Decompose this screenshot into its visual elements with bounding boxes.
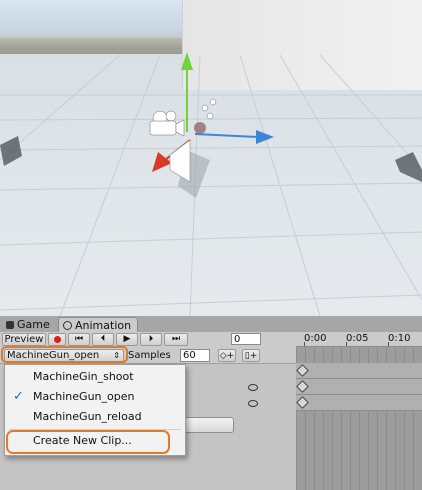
- ruler-tick-label: 0:10: [388, 333, 411, 344]
- preview-button[interactable]: Preview: [2, 333, 46, 346]
- ruler-tick: [304, 342, 305, 346]
- window-tab-bar: Game Animation: [0, 316, 422, 333]
- prev-keyframe-icon: ⏮: [74, 334, 84, 344]
- step-back-icon: ⏴: [100, 334, 106, 344]
- shadow-right: [395, 152, 422, 182]
- play-icon: ▶: [123, 334, 131, 344]
- menu-item-clip[interactable]: MachineGin_shoot: [5, 367, 185, 387]
- clock-icon: [63, 321, 72, 330]
- frame-input[interactable]: 0: [231, 333, 261, 345]
- next-keyframe-icon: ⏭: [171, 334, 181, 344]
- menu-item-label: MachineGun_reload: [33, 410, 142, 423]
- clip-dropdown-highlight: [1, 346, 128, 363]
- scene-view[interactable]: [0, 0, 422, 316]
- scene-gizmos[interactable]: [0, 0, 422, 316]
- ruler-tick-label: 0:00: [304, 333, 327, 344]
- track-property[interactable]: [296, 379, 422, 395]
- track-summary[interactable]: [296, 363, 422, 379]
- eye-icon[interactable]: [248, 400, 258, 407]
- time-ruler[interactable]: 0:00 0:05 0:10: [296, 332, 422, 347]
- gizmo-x-arrow-icon[interactable]: [256, 130, 274, 144]
- ruler-tick: [346, 342, 347, 346]
- samples-input[interactable]: 60: [180, 349, 210, 362]
- menu-item-clip[interactable]: ✓ MachineGun_open: [5, 387, 185, 407]
- tab-animation[interactable]: Animation: [58, 317, 139, 333]
- tab-game-label: Game: [17, 318, 50, 331]
- prev-keyframe-button[interactable]: ⏮: [68, 333, 90, 346]
- check-icon: ✓: [13, 389, 24, 404]
- samples-label: Samples: [128, 350, 171, 361]
- menu-item-clip[interactable]: MachineGun_reload: [5, 407, 185, 427]
- camera-icon[interactable]: [149, 110, 185, 137]
- play-button[interactable]: ▶: [116, 333, 138, 346]
- step-back-button[interactable]: ⏴: [92, 333, 114, 346]
- step-forward-button[interactable]: ⏵: [140, 333, 162, 346]
- ruler-tick: [388, 342, 389, 346]
- ruler-tick-label: 0:05: [346, 333, 369, 344]
- track-property[interactable]: [296, 395, 422, 411]
- scene-grid: [0, 54, 422, 316]
- menu-item-label: MachineGin_shoot: [33, 370, 134, 383]
- gizmo-y-arrow-icon[interactable]: [181, 52, 193, 70]
- create-clip-highlight: [6, 430, 170, 454]
- record-button[interactable]: [48, 333, 66, 346]
- menu-item-label: MachineGun_open: [33, 390, 135, 403]
- add-event-button[interactable]: ▯+: [242, 349, 260, 362]
- shadow-left: [0, 136, 22, 166]
- tab-animation-label: Animation: [75, 319, 132, 332]
- add-keyframe-button[interactable]: ◇+: [218, 349, 236, 362]
- gizmo-x-axis[interactable]: [194, 133, 259, 138]
- step-forward-icon: ⏵: [148, 334, 154, 344]
- eye-icon[interactable]: [248, 384, 258, 391]
- next-keyframe-button[interactable]: ⏭: [164, 333, 188, 346]
- gizmo-z-arrow-icon[interactable]: [152, 152, 172, 172]
- game-icon: [6, 321, 14, 329]
- tab-game[interactable]: Game: [2, 317, 56, 332]
- dopesheet-timeline[interactable]: 0:00 0:05 0:10: [296, 332, 422, 490]
